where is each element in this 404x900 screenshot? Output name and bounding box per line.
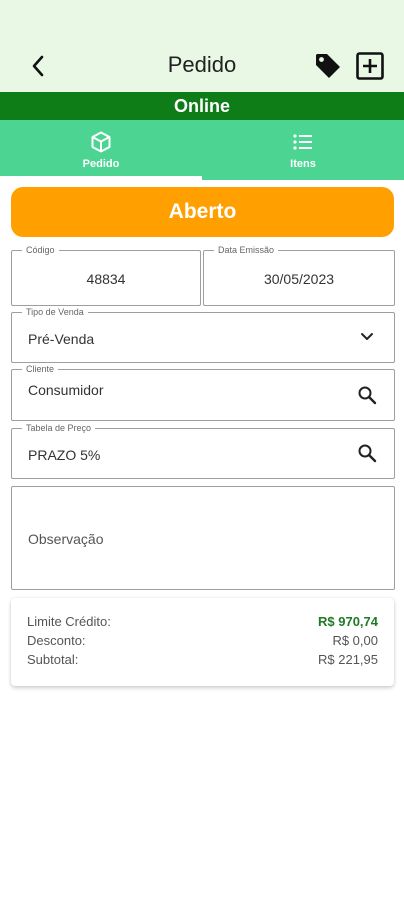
- cliente-label: Cliente: [22, 363, 59, 375]
- search-icon[interactable]: [356, 442, 378, 464]
- tabela-preco-value: PRAZO 5%: [28, 447, 101, 463]
- desconto-value: R$ 0,00: [332, 633, 378, 648]
- desconto-row: Desconto: R$ 0,00: [27, 633, 378, 651]
- tab-bar: Pedido Itens: [0, 120, 404, 180]
- data-emissao-label: Data Emissão: [214, 244, 279, 256]
- limite-credito-value: R$ 970,74: [318, 614, 378, 629]
- tipo-venda-value: Pré-Venda: [28, 331, 95, 347]
- codigo-value: 48834: [86, 271, 126, 287]
- limite-credito-label: Limite Crédito:: [27, 614, 111, 629]
- summary-card: Limite Crédito: R$ 970,74 Desconto: R$ 0…: [11, 598, 394, 686]
- cliente-value: Consumidor: [28, 382, 104, 398]
- observacao-placeholder: Observação: [28, 531, 104, 547]
- tag-icon: [316, 54, 340, 78]
- order-status-button[interactable]: Aberto: [11, 187, 394, 237]
- data-emissao-field[interactable]: Data Emissão 30/05/2023: [203, 244, 395, 306]
- tabela-preco-label: Tabela de Preço: [22, 422, 96, 434]
- observacao-textarea[interactable]: Observação: [11, 486, 395, 590]
- tabela-preco-field[interactable]: Tabela de Preço PRAZO 5%: [11, 422, 395, 479]
- data-emissao-value: 30/05/2023: [263, 271, 335, 287]
- search-icon[interactable]: [356, 384, 378, 406]
- tab-itens[interactable]: Itens: [202, 120, 404, 180]
- list-icon: [293, 134, 312, 150]
- tab-pedido-label: Pedido: [82, 158, 120, 170]
- limite-credito-row: Limite Crédito: R$ 970,74: [27, 614, 378, 632]
- subtotal-row: Subtotal: R$ 221,95: [27, 652, 378, 670]
- tag-button[interactable]: [312, 50, 344, 82]
- codigo-field[interactable]: Código 48834: [11, 244, 201, 306]
- tipo-venda-label: Tipo de Venda: [22, 306, 88, 318]
- app-header: Pedido: [0, 0, 404, 92]
- subtotal-label: Subtotal:: [27, 652, 79, 667]
- plus-square-icon: [356, 52, 384, 80]
- active-tab-indicator: [0, 176, 202, 180]
- tipo-venda-select[interactable]: Tipo de Venda Pré-Venda: [11, 306, 395, 363]
- add-button[interactable]: [354, 50, 386, 82]
- connection-status-bar: Online: [0, 92, 404, 120]
- chevron-down-icon[interactable]: [356, 326, 378, 348]
- subtotal-value: R$ 221,95: [318, 652, 378, 667]
- cliente-field[interactable]: Cliente Consumidor: [11, 363, 395, 421]
- tab-itens-label: Itens: [290, 158, 316, 170]
- desconto-label: Desconto:: [27, 633, 86, 648]
- codigo-label: Código: [22, 244, 59, 256]
- tab-pedido[interactable]: Pedido: [0, 120, 202, 180]
- cube-icon: [91, 131, 111, 153]
